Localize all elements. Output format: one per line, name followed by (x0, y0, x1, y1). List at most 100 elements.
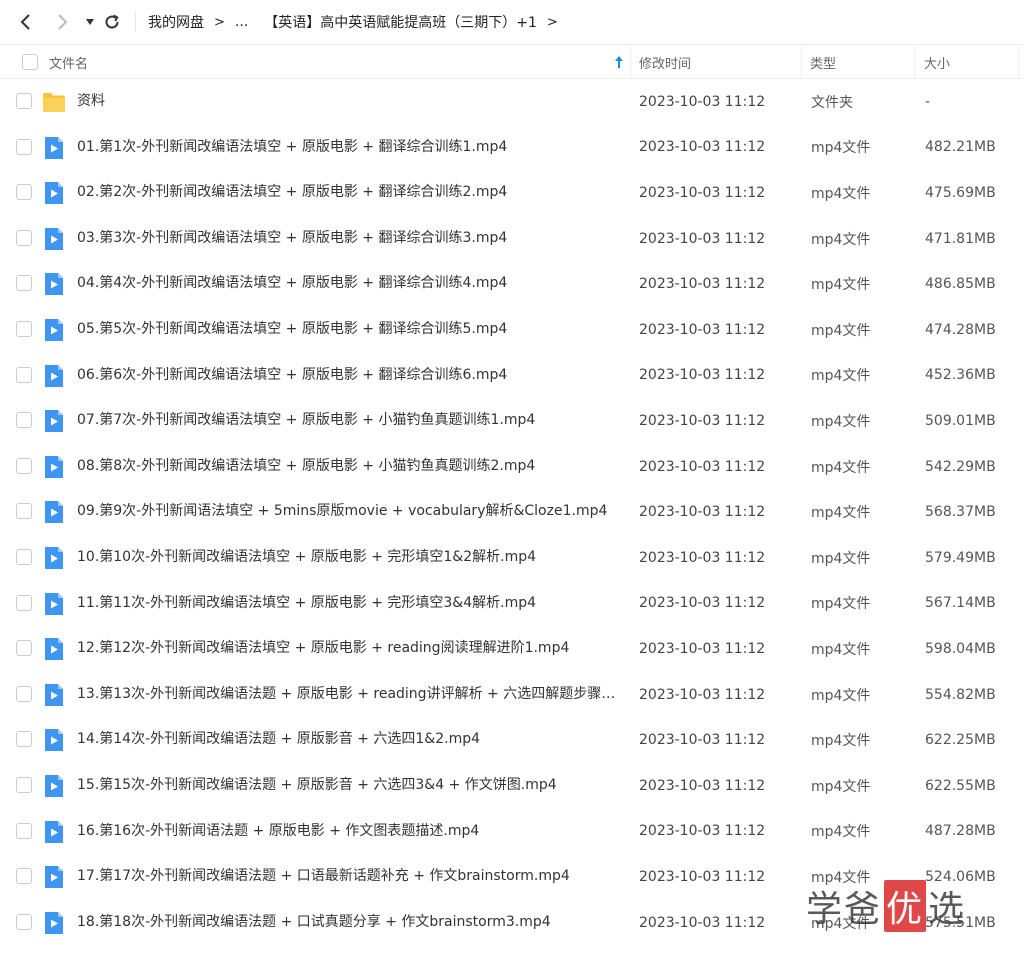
file-name[interactable]: 17.第17次-外刊新闻改编语法题 + 口语最新话题补充 + 作文brainst… (77, 854, 622, 900)
row-checkbox[interactable] (16, 93, 32, 109)
table-row[interactable]: 09.第9次-外刊新闻语法填空 + 5mins原版movie + vocabul… (0, 489, 1024, 535)
table-row[interactable]: 10.第10次-外刊新闻改编语法填空 + 原版电影 + 完形填空1&2解析.mp… (0, 535, 1024, 581)
row-checkbox[interactable] (16, 138, 32, 155)
file-name[interactable]: 12.第12次-外刊新闻改编语法填空 + 原版电影 + reading阅读理解进… (77, 626, 622, 672)
file-modified-time: 2023-10-03 11:12 (639, 412, 766, 429)
file-size: 509.01MB (925, 412, 996, 429)
table-row[interactable]: 14.第14次-外刊新闻改编语法题 + 原版影音 + 六选四1&2.mp4 202… (0, 717, 1024, 763)
table-row[interactable]: 资料 2023-10-03 11:12 文件夹 - (0, 79, 1024, 125)
column-header-time[interactable]: 修改时间 (639, 45, 691, 79)
file-type: mp4文件 (811, 733, 871, 750)
file-name[interactable]: 18.第18次-外刊新闻改编语法题 + 口试真题分享 + 作文brainstor… (77, 900, 622, 946)
video-file-icon (45, 547, 63, 569)
file-type: mp4文件 (811, 641, 871, 658)
video-file-icon (45, 592, 63, 615)
video-file-icon (45, 410, 63, 433)
file-name[interactable]: 13.第13次-外刊新闻改编语法题 + 原版电影 + reading讲评解析 +… (77, 672, 622, 718)
file-size: 471.81MB (925, 230, 996, 247)
row-checkbox[interactable] (16, 868, 32, 885)
breadcrumb-current[interactable]: 【英语】高中英语赋能提高班（三期下）+1 (264, 12, 537, 32)
row-checkbox[interactable] (16, 412, 32, 429)
file-size: 622.25MB (925, 732, 996, 749)
chevron-left-icon (20, 14, 30, 30)
file-size: 622.55MB (925, 777, 996, 794)
row-checkbox[interactable] (16, 549, 32, 565)
sort-ascending-icon[interactable] (613, 55, 625, 69)
table-header: 文件名 修改时间 类型 大小 (0, 44, 1024, 79)
file-size: 567.14MB (925, 595, 996, 612)
file-size: 474.28MB (925, 321, 996, 338)
file-name[interactable]: 06.第6次-外刊新闻改编语法填空 + 原版电影 + 翻译综合训练6.mp4 (77, 353, 622, 399)
row-checkbox[interactable] (16, 457, 32, 474)
file-name[interactable]: 14.第14次-外刊新闻改编语法题 + 原版影音 + 六选四1&2.mp4 (77, 717, 622, 763)
file-modified-time: 2023-10-03 11:12 (639, 777, 766, 794)
file-name[interactable]: 09.第9次-外刊新闻语法填空 + 5mins原版movie + vocabul… (77, 489, 622, 535)
breadcrumb-root[interactable]: 我的网盘 (148, 12, 204, 32)
table-row[interactable]: 11.第11次-外刊新闻改编语法填空 + 原版电影 + 完形填空3&4解析.mp… (0, 581, 1024, 627)
table-row[interactable]: 06.第6次-外刊新闻改编语法填空 + 原版电影 + 翻译综合训练6.mp4 20… (0, 353, 1024, 399)
file-modified-time: 2023-10-03 11:12 (639, 732, 766, 749)
video-file-icon (45, 227, 63, 250)
row-checkbox[interactable] (16, 731, 32, 748)
file-name[interactable]: 10.第10次-外刊新闻改编语法填空 + 原版电影 + 完形填空1&2解析.mp… (77, 535, 622, 581)
file-name[interactable]: 16.第16次-外刊新闻语法题 + 原版电影 + 作文图表题描述.mp4 (77, 809, 622, 855)
table-row[interactable]: 07.第7次-外刊新闻改编语法填空 + 原版电影 + 小猫钓鱼真题训练1.mp4… (0, 398, 1024, 444)
column-header-size[interactable]: 大小 (924, 45, 950, 79)
file-name[interactable]: 04.第4次-外刊新闻改编语法填空 + 原版电影 + 翻译综合训练4.mp4 (77, 261, 622, 307)
row-checkbox[interactable] (16, 503, 32, 520)
select-all-checkbox[interactable] (22, 54, 38, 70)
file-type: mp4文件 (811, 505, 871, 522)
table-row[interactable]: 13.第13次-外刊新闻改编语法题 + 原版电影 + reading讲评解析 +… (0, 672, 1024, 718)
row-checkbox[interactable] (16, 229, 32, 246)
file-name[interactable]: 03.第3次-外刊新闻改编语法填空 + 原版电影 + 翻译综合训练3.mp4 (77, 216, 622, 262)
table-row[interactable]: 15.第15次-外刊新闻改编语法题 + 原版影音 + 六选四3&4 + 作文饼图… (0, 763, 1024, 809)
row-checkbox[interactable] (16, 184, 32, 201)
file-name[interactable]: 01.第1次-外刊新闻改编语法填空 + 原版电影 + 翻译综合训练1.mp4 (77, 125, 622, 171)
file-name[interactable]: 05.第5次-外刊新闻改编语法填空 + 原版电影 + 翻译综合训练5.mp4 (77, 307, 622, 353)
file-modified-time: 2023-10-03 11:12 (639, 93, 766, 110)
file-name[interactable]: 15.第15次-外刊新闻改编语法题 + 原版影音 + 六选四3&4 + 作文饼图… (77, 763, 622, 809)
row-checkbox[interactable] (16, 822, 32, 839)
file-modified-time: 2023-10-03 11:12 (639, 504, 766, 521)
row-checkbox[interactable] (16, 777, 32, 793)
file-type: mp4文件 (811, 687, 871, 704)
toolbar-divider (135, 12, 136, 32)
refresh-button[interactable] (100, 10, 124, 34)
breadcrumb-ellipsis[interactable]: ... (235, 14, 248, 30)
table-row[interactable]: 03.第3次-外刊新闻改编语法填空 + 原版电影 + 翻译综合训练3.mp4 20… (0, 216, 1024, 262)
row-checkbox[interactable] (16, 366, 32, 383)
history-dropdown-button[interactable] (78, 10, 102, 34)
row-checkbox[interactable] (16, 594, 32, 611)
row-checkbox[interactable] (16, 275, 32, 292)
file-name[interactable]: 07.第7次-外刊新闻改编语法填空 + 原版电影 + 小猫钓鱼真题训练1.mp4 (77, 398, 622, 444)
video-file-icon (45, 729, 63, 752)
forward-button[interactable] (50, 10, 74, 34)
column-header-type[interactable]: 类型 (810, 45, 836, 79)
video-file-icon (45, 775, 63, 797)
row-checkbox[interactable] (16, 913, 32, 930)
table-row[interactable]: 02.第2次-外刊新闻改编语法填空 + 原版电影 + 翻译综合训练2.mp4 20… (0, 170, 1024, 216)
file-name[interactable]: 11.第11次-外刊新闻改编语法填空 + 原版电影 + 完形填空3&4解析.mp… (77, 581, 622, 627)
file-modified-time: 2023-10-03 11:12 (639, 914, 766, 931)
back-button[interactable] (14, 10, 38, 34)
file-type: mp4文件 (811, 550, 871, 567)
file-name[interactable]: 02.第2次-外刊新闻改编语法填空 + 原版电影 + 翻译综合训练2.mp4 (77, 170, 622, 216)
column-header-name[interactable]: 文件名 (49, 45, 88, 79)
file-modified-time: 2023-10-03 11:12 (639, 184, 766, 201)
video-file-icon (45, 319, 63, 341)
file-name[interactable]: 08.第8次-外刊新闻改编语法填空 + 原版电影 + 小猫钓鱼真题训练2.mp4 (77, 444, 622, 490)
row-checkbox[interactable] (16, 685, 32, 702)
toolbar: 我的网盘 > ... 【英语】高中英语赋能提高班（三期下）+1 > (0, 0, 1024, 44)
file-modified-time: 2023-10-03 11:12 (639, 868, 766, 885)
watermark-text-end: 选 (928, 889, 967, 930)
row-checkbox[interactable] (16, 321, 32, 337)
table-row[interactable]: 12.第12次-外刊新闻改编语法填空 + 原版电影 + reading阅读理解进… (0, 626, 1024, 672)
table-row[interactable]: 08.第8次-外刊新闻改编语法填空 + 原版电影 + 小猫钓鱼真题训练2.mp4… (0, 444, 1024, 490)
row-checkbox[interactable] (16, 640, 32, 657)
video-file-icon (45, 501, 63, 524)
file-name[interactable]: 资料 (77, 79, 622, 125)
table-row[interactable]: 04.第4次-外刊新闻改编语法填空 + 原版电影 + 翻译综合训练4.mp4 20… (0, 261, 1024, 307)
table-row[interactable]: 05.第5次-外刊新闻改编语法填空 + 原版电影 + 翻译综合训练5.mp4 20… (0, 307, 1024, 353)
table-row[interactable]: 01.第1次-外刊新闻改编语法填空 + 原版电影 + 翻译综合训练1.mp4 20… (0, 125, 1024, 171)
table-row[interactable]: 16.第16次-外刊新闻语法题 + 原版电影 + 作文图表题描述.mp4 2023… (0, 809, 1024, 855)
